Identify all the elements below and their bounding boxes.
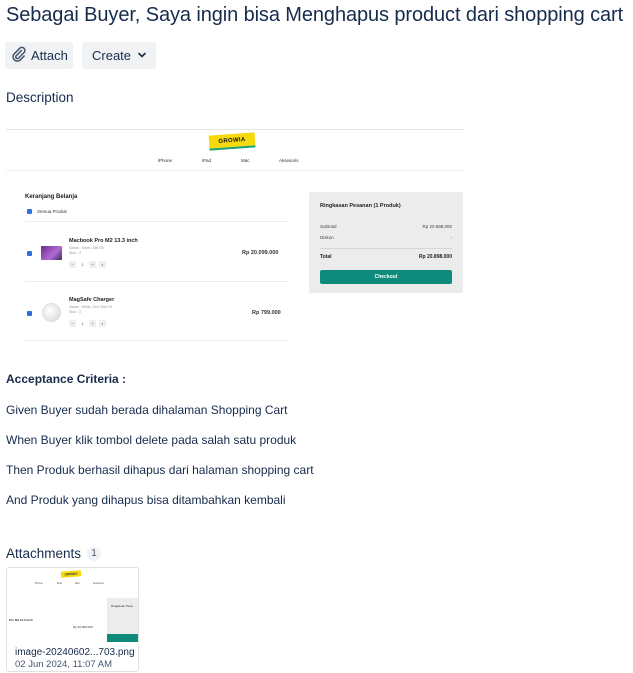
- acceptance-line: Given Buyer sudah berada dihalaman Shopp…: [6, 403, 288, 417]
- create-button[interactable]: Create: [82, 42, 156, 69]
- quantity-value: 1: [81, 262, 84, 267]
- thumb-price: Rp 20.099.000: [73, 625, 93, 629]
- select-all-label: Semua Produk: [37, 209, 67, 214]
- growia-logo: GROWIA: [208, 132, 256, 149]
- quantity-stepper: − 1 + ▪: [69, 320, 106, 327]
- product-price: Rp 20.099.000: [242, 250, 279, 256]
- checkout-button: Checkout: [320, 270, 452, 284]
- thumb-nav-item: iPad: [57, 582, 63, 585]
- cart-divider: [25, 221, 289, 222]
- cart-title: Keranjang Belanja: [25, 194, 78, 200]
- summary-title: Ringkasan Pesanan (1 Produk): [320, 203, 401, 209]
- macbook-image: [41, 246, 62, 260]
- magsafe-image: [42, 303, 61, 322]
- discount-row: Diskon -: [320, 235, 452, 240]
- product-stock: Stok : 3: [69, 251, 81, 255]
- create-label: Create: [92, 48, 132, 63]
- minus-icon: −: [69, 261, 76, 268]
- thumb-summary-title: Ringkasan Pesa: [111, 604, 133, 608]
- thumb-nav-item: Mac: [75, 582, 80, 585]
- attachment-thumbnail[interactable]: GROWIA iPhone iPad Mac Aksesoris Pro M2 …: [7, 568, 138, 642]
- issue-title[interactable]: Sebagai Buyer, Saya ingin bisa Menghapus…: [6, 4, 623, 27]
- attachments-count-badge: 1: [87, 546, 102, 561]
- attachment-date: 02 Jun 2024, 11:07 AM: [15, 659, 113, 670]
- discount-value: -: [450, 235, 453, 240]
- nav-item-iphone: iPhone: [158, 158, 173, 163]
- paperclip-icon: [11, 46, 27, 65]
- total-value: Rp 20.898.000: [418, 254, 452, 260]
- product-stock: Stok : 3: [69, 310, 81, 314]
- order-summary: Ringkasan Pesanan (1 Produk) Subtotal Rp…: [309, 192, 463, 293]
- product-checkbox: [27, 251, 32, 256]
- total-row: Total Rp 20.898.000: [320, 254, 452, 260]
- attachment-filename[interactable]: image-20240602...703.png: [15, 647, 135, 658]
- product-price: Rp 799.000: [252, 310, 281, 316]
- nav-item-ipad: iPad: [202, 158, 212, 163]
- quantity-value: 1: [81, 321, 84, 326]
- subtotal-value: Rp 20.898.000: [422, 224, 452, 229]
- summary-divider: [320, 248, 452, 249]
- attach-label: Attach: [31, 48, 68, 63]
- nav-divider: [6, 170, 464, 171]
- nav-item-aksesoris: Aksesoris: [279, 158, 299, 163]
- subtotal-row: Subtotal Rp 20.898.000: [320, 224, 452, 229]
- plus-icon: +: [89, 320, 96, 327]
- image-divider: [6, 129, 464, 130]
- acceptance-line: When Buyer klik tombol delete pada salah…: [6, 433, 297, 447]
- chevron-down-icon: [137, 48, 147, 63]
- thumb-nav-item: iPhone: [35, 582, 43, 585]
- plus-icon: +: [89, 261, 96, 268]
- select-all-checkbox: [27, 209, 32, 214]
- product-name: MagSafe Charger: [69, 297, 115, 303]
- attachments-heading: Attachments 1: [6, 546, 102, 561]
- thumb-product: Pro M2 13.3 inch: [9, 618, 33, 622]
- product-name: Macbook Pro M2 13.3 inch: [69, 238, 138, 244]
- acceptance-line: And Produk yang dihapus bisa ditambahkan…: [6, 493, 286, 507]
- acceptance-line: Then Produk berhasil dihapus dari halama…: [6, 463, 314, 477]
- subtotal-label: Subtotal: [320, 224, 337, 229]
- attach-button[interactable]: Attach: [5, 42, 73, 69]
- trash-icon: ▪: [99, 261, 106, 268]
- total-label: Total: [320, 254, 332, 260]
- acceptance-criteria-heading: Acceptance Criteria :: [6, 372, 127, 386]
- attachment-card[interactable]: GROWIA iPhone iPad Mac Aksesoris Pro M2 …: [6, 567, 139, 672]
- quantity-stepper: − 1 + ▪: [69, 261, 106, 268]
- nav-item-mac: Mac: [241, 158, 250, 163]
- attachments-title: Attachments: [6, 546, 82, 561]
- cart-divider: [25, 281, 289, 282]
- thumb-logo: GROWIA: [60, 570, 82, 578]
- minus-icon: −: [69, 320, 76, 327]
- trash-icon: ▪: [99, 320, 106, 327]
- discount-label: Diskon: [320, 235, 334, 240]
- description-image[interactable]: GROWIA iPhone iPad Mac Aksesoris Keranja…: [6, 126, 464, 342]
- description-heading: Description: [6, 90, 74, 105]
- cart-divider: [25, 340, 289, 341]
- thumb-nav-item: Aksesoris: [93, 582, 104, 585]
- product-checkbox: [27, 311, 32, 316]
- thumb-checkout: [107, 634, 138, 642]
